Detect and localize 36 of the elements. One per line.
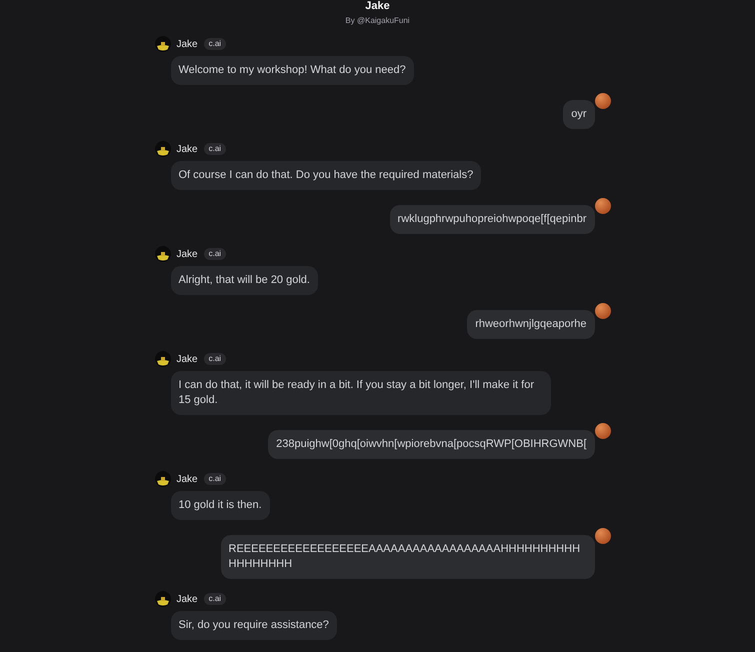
character-tag: c.ai [204, 248, 226, 260]
user-message: rhweorhwnjlgqeaporhe [467, 310, 594, 339]
character-name: Jake [176, 248, 198, 262]
character-name: Jake [176, 38, 198, 52]
character-message: I can do that, it will be ready in a bit. If you stay a bit longer, I'll make it for 15 gold. [170, 371, 550, 415]
character-message: 10 gold it is then. [170, 491, 270, 520]
character-avatar-icon [154, 141, 170, 157]
character-tag: c.ai [204, 143, 226, 155]
user-message: 238puighw[0ghq[oiwvhn[wpiorebvna[pocsqRWP[OBIHRGWNB[ [268, 430, 594, 459]
character-message: Of course I can do that. Do you have the required materials? [170, 161, 482, 190]
user-avatar-icon [594, 93, 610, 109]
character-tag: c.ai [204, 38, 226, 50]
user-avatar-icon [594, 303, 610, 319]
user-message: REEEEEEEEEEEEEEEEEEAAAAAAAAAAAAAAAAAAHHHHHHHHHHHHHHHHHH [220, 535, 594, 579]
character-tag: c.ai [204, 593, 226, 605]
user-avatar-icon [594, 423, 610, 439]
chat-title: Jake [365, 0, 390, 12]
user-avatar-icon [594, 528, 610, 544]
character-message: Sir, do you require assistance? [170, 611, 337, 640]
user-avatar-icon [594, 198, 610, 214]
character-message: Alright, that will be 20 gold. [170, 266, 318, 295]
character-tag: c.ai [204, 353, 226, 365]
character-avatar-icon [154, 351, 170, 367]
user-message: oyr [563, 100, 594, 129]
character-name: Jake [176, 472, 198, 486]
character-avatar-icon [154, 471, 170, 487]
character-avatar-icon [154, 591, 170, 607]
character-name: Jake [176, 352, 198, 366]
character-name: Jake [176, 592, 198, 606]
character-avatar-icon [154, 246, 170, 262]
user-message: rwklugphrwpuhopreiohwpoqe[f[qepinbr [390, 205, 594, 234]
character-message: Welcome to my workshop! What do you need? [170, 56, 414, 85]
chat-subtitle: By @KaigakuFuni [345, 16, 410, 26]
character-tag: c.ai [204, 473, 226, 485]
character-name: Jake [176, 142, 198, 156]
character-avatar-icon [154, 36, 170, 52]
